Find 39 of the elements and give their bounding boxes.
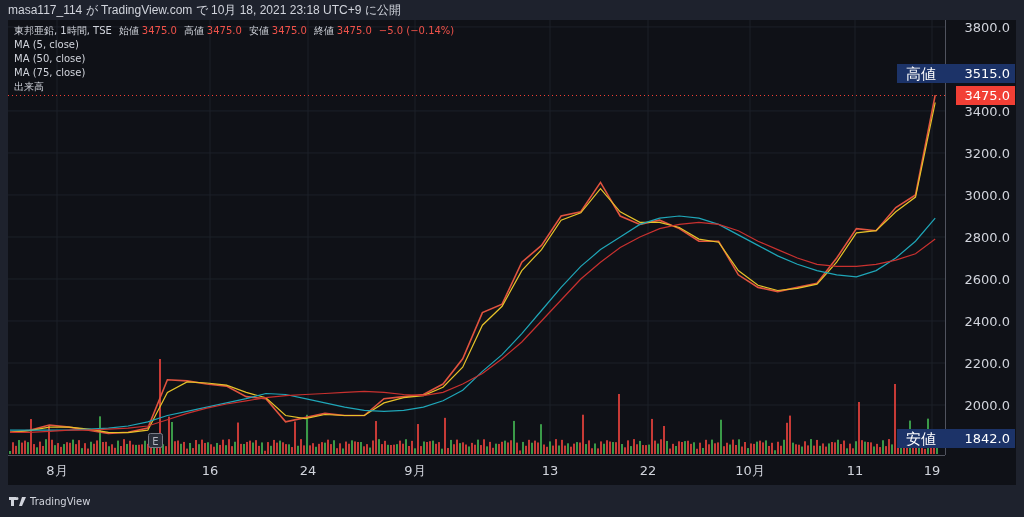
price-tick: 2800.0 [964,229,1010,245]
price-tick: 2400.0 [964,314,1010,329]
ohlc-value: 3475.0 [271,24,307,38]
date-label: 19 [923,463,941,478]
date-label: 9月 [404,463,426,478]
ohlc-label: 終値 [313,24,334,38]
date-label: 10月 [735,463,765,478]
price-tick: 3800.0 [964,20,1010,35]
price-badge: 安値 1842.0 [897,429,1015,448]
ohlc-value: 3475.0 [206,24,242,38]
date-label: 24 [299,463,317,478]
indicator-label: MA (5, close) [14,38,79,52]
price-badge: 3475.0 [956,86,1015,105]
date-label: 13 [541,463,559,478]
date-label: 8月 [46,463,68,478]
price-tick: 3000.0 [964,187,1010,203]
indicator-label: 出来高 [14,80,44,94]
ohlc-value: 3475.0 [336,24,372,38]
ohlc-label: 始値 [118,24,139,38]
price-tick: 3200.0 [964,145,1010,161]
publish-info: masa117_114 が TradingView.com で 10月 18, 2021 23:18 UTC+9 に公開 [8,1,401,19]
symbol-name: 東邦亜鉛, 1時間, TSE [14,24,112,38]
date-label: 16 [201,463,219,478]
price-tick: 2200.0 [964,356,1010,371]
price-badge: 高値 3515.0 [897,64,1015,83]
date-label: 11 [846,463,864,478]
logo-text[interactable]: TradingView [30,496,91,507]
date-label: 22 [639,463,657,478]
ohlc-label: 高値 [183,24,204,38]
indicator-label: MA (75, close) [14,66,86,80]
ohlc-label: 安値 [248,24,269,38]
indicator-label: MA (50, close) [14,52,86,66]
ohlc-value: 3475.0 [141,24,177,38]
price-tick: 2000.0 [964,398,1010,413]
price-tick: 2600.0 [964,272,1010,287]
logo-icon[interactable] [9,497,26,506]
earnings-marker[interactable]: E [148,433,163,448]
price-change: −5.0 (−0.14%) [378,24,455,38]
price-tick: 3400.0 [964,103,1010,119]
